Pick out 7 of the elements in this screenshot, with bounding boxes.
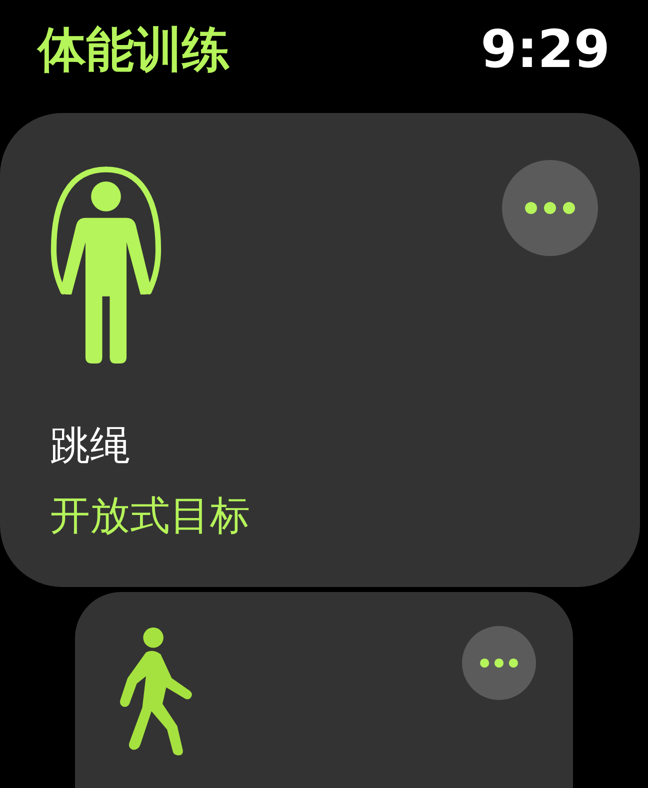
workout-goal: 开放式目标 <box>50 492 250 540</box>
ellipsis-icon <box>525 202 575 214</box>
workout-card[interactable]: 跳绳 开放式目标 <box>0 113 640 587</box>
ellipsis-icon <box>480 658 518 668</box>
clock-time: 9:29 <box>480 20 610 80</box>
screen-title: 体能训练 <box>38 21 230 80</box>
workout-name: 跳绳 <box>50 422 130 470</box>
